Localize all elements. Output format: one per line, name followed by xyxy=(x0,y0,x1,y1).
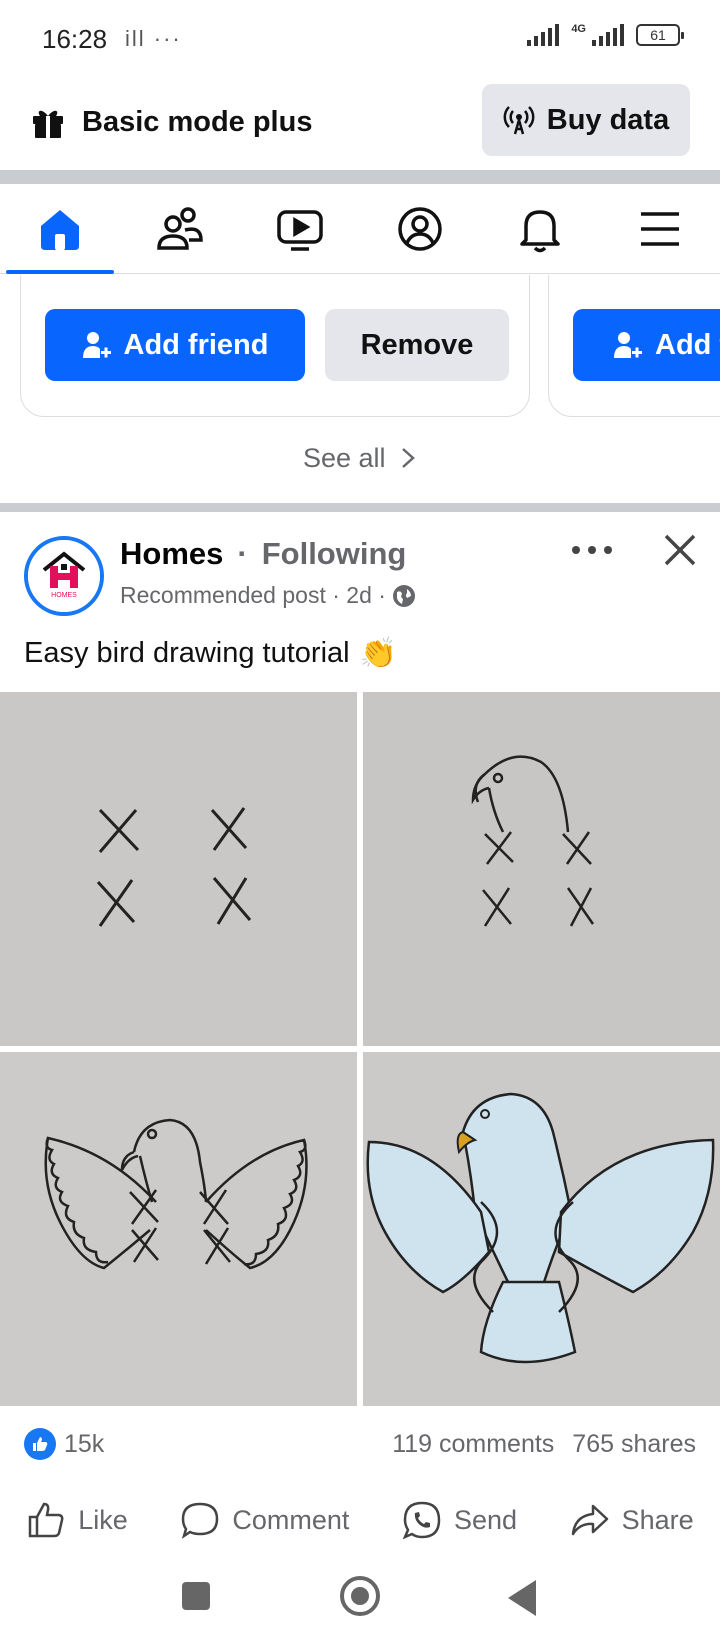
top-nav xyxy=(0,184,720,274)
post-actions: Like Comment Send Share xyxy=(0,1490,720,1550)
close-icon[interactable] xyxy=(660,530,700,570)
tutorial-step-2-image[interactable] xyxy=(363,692,720,1046)
following-label[interactable]: Following xyxy=(262,536,407,572)
home-button[interactable] xyxy=(340,1576,380,1616)
post-meta: Recommended post · 2d · xyxy=(120,582,416,609)
antenna-icon xyxy=(503,106,535,135)
remove-button[interactable]: Remove xyxy=(325,309,509,381)
system-navigation-bar xyxy=(0,1558,720,1640)
thumbs-up-outline-icon xyxy=(29,1502,64,1538)
like-reaction-icon[interactable] xyxy=(24,1428,56,1460)
share-icon xyxy=(571,1504,608,1536)
buy-data-label: Buy data xyxy=(546,103,670,136)
post-caption: Easy bird drawing tutorial xyxy=(24,637,350,669)
add-person-icon xyxy=(614,332,642,358)
signal-icon-2 xyxy=(592,24,624,46)
add-friend-button[interactable]: Add friend xyxy=(45,309,305,381)
nav-friends[interactable] xyxy=(120,184,240,274)
status-time: 16:28 xyxy=(42,24,108,54)
like-button[interactable]: Like xyxy=(26,1490,128,1550)
post-meta-text: Recommended post · 2d · xyxy=(120,582,386,608)
share-label: Share xyxy=(621,1504,694,1535)
chevron-right-icon xyxy=(402,448,415,468)
gift-icon xyxy=(33,110,63,138)
send-label: Send xyxy=(454,1504,518,1535)
post-image-grid xyxy=(0,692,720,1411)
tutorial-step-4-image[interactable] xyxy=(363,1052,720,1406)
step-4-drawing xyxy=(363,1052,720,1406)
network-type-label: 4G xyxy=(571,23,586,35)
comment-button[interactable]: Comment xyxy=(180,1490,349,1550)
post-text: Easy bird drawing tutorial 👏 xyxy=(24,636,397,671)
avatar[interactable]: HOMES xyxy=(24,536,104,616)
profile-icon xyxy=(398,207,442,251)
nav-profile[interactable] xyxy=(360,184,480,274)
back-button[interactable] xyxy=(508,1580,536,1616)
add-person-icon xyxy=(82,332,111,358)
home-icon xyxy=(41,210,79,250)
add-friend-button-2[interactable]: Add f xyxy=(573,309,720,381)
share-button[interactable]: Share xyxy=(570,1490,694,1550)
clapping-hands-icon: 👏 xyxy=(359,637,397,670)
engagement-counts: 119 comments 765 shares xyxy=(392,1430,696,1459)
see-all-link[interactable]: See all xyxy=(0,443,720,474)
tutorial-step-1-image[interactable] xyxy=(0,692,357,1046)
comment-icon xyxy=(182,1502,219,1539)
step-1-drawing xyxy=(0,692,357,1046)
whatsapp-icon xyxy=(402,1501,441,1540)
signal-icon xyxy=(527,24,560,46)
buy-data-button[interactable]: Buy data xyxy=(482,84,690,156)
status-bar: 16:28 ill ··· 4G 61 xyxy=(0,0,720,78)
comment-count[interactable]: 119 comments xyxy=(392,1430,554,1459)
recent-apps-button[interactable] xyxy=(182,1582,210,1610)
send-button[interactable]: Send xyxy=(402,1490,517,1550)
svg-text:HOMES: HOMES xyxy=(51,592,77,599)
nav-menu[interactable] xyxy=(600,184,720,274)
author-name[interactable]: Homes xyxy=(120,536,223,572)
globe-icon xyxy=(392,584,415,607)
divider xyxy=(0,170,720,184)
step-3-drawing xyxy=(0,1052,357,1406)
banner-title: Basic mode plus xyxy=(82,106,313,138)
suggestion-card-partial: Add f xyxy=(548,275,720,417)
like-count[interactable]: 15k xyxy=(64,1430,104,1459)
nav-notifications[interactable] xyxy=(480,184,600,274)
remove-label: Remove xyxy=(360,328,474,361)
separator-dot: · xyxy=(237,536,248,571)
share-count[interactable]: 765 shares xyxy=(572,1430,696,1459)
nav-home[interactable] xyxy=(0,184,120,274)
bell-icon xyxy=(520,210,560,253)
suggestion-card: Add friend Remove xyxy=(20,275,530,417)
more-options-icon[interactable] xyxy=(570,542,614,558)
basic-mode-banner: Basic mode plus Buy data xyxy=(0,78,720,170)
comment-label: Comment xyxy=(232,1504,350,1535)
thumbs-up-icon xyxy=(33,1437,48,1451)
post-header: Homes · Following xyxy=(120,536,406,572)
tutorial-step-3-image[interactable] xyxy=(0,1052,357,1406)
people-you-may-know: Add friend Remove Add f See all xyxy=(0,275,720,510)
video-icon xyxy=(277,210,323,251)
active-tab-indicator xyxy=(6,270,114,274)
add-friend-label: Add friend xyxy=(123,328,269,361)
menu-icon xyxy=(641,212,679,246)
step-2-drawing xyxy=(363,692,720,1046)
add-friend-label: Add f xyxy=(655,328,720,361)
status-right-icons: 4G 61 xyxy=(527,23,684,46)
nav-video[interactable] xyxy=(240,184,360,274)
battery-icon: 61 xyxy=(636,24,684,46)
status-notification-icons: ill ··· xyxy=(125,26,182,51)
friends-icon xyxy=(157,207,203,250)
homes-logo: HOMES xyxy=(28,540,100,612)
like-label: Like xyxy=(78,1504,128,1535)
see-all-label: See all xyxy=(302,443,386,473)
reaction-summary: 15k 119 comments 765 shares xyxy=(0,1420,720,1470)
divider xyxy=(0,503,720,512)
